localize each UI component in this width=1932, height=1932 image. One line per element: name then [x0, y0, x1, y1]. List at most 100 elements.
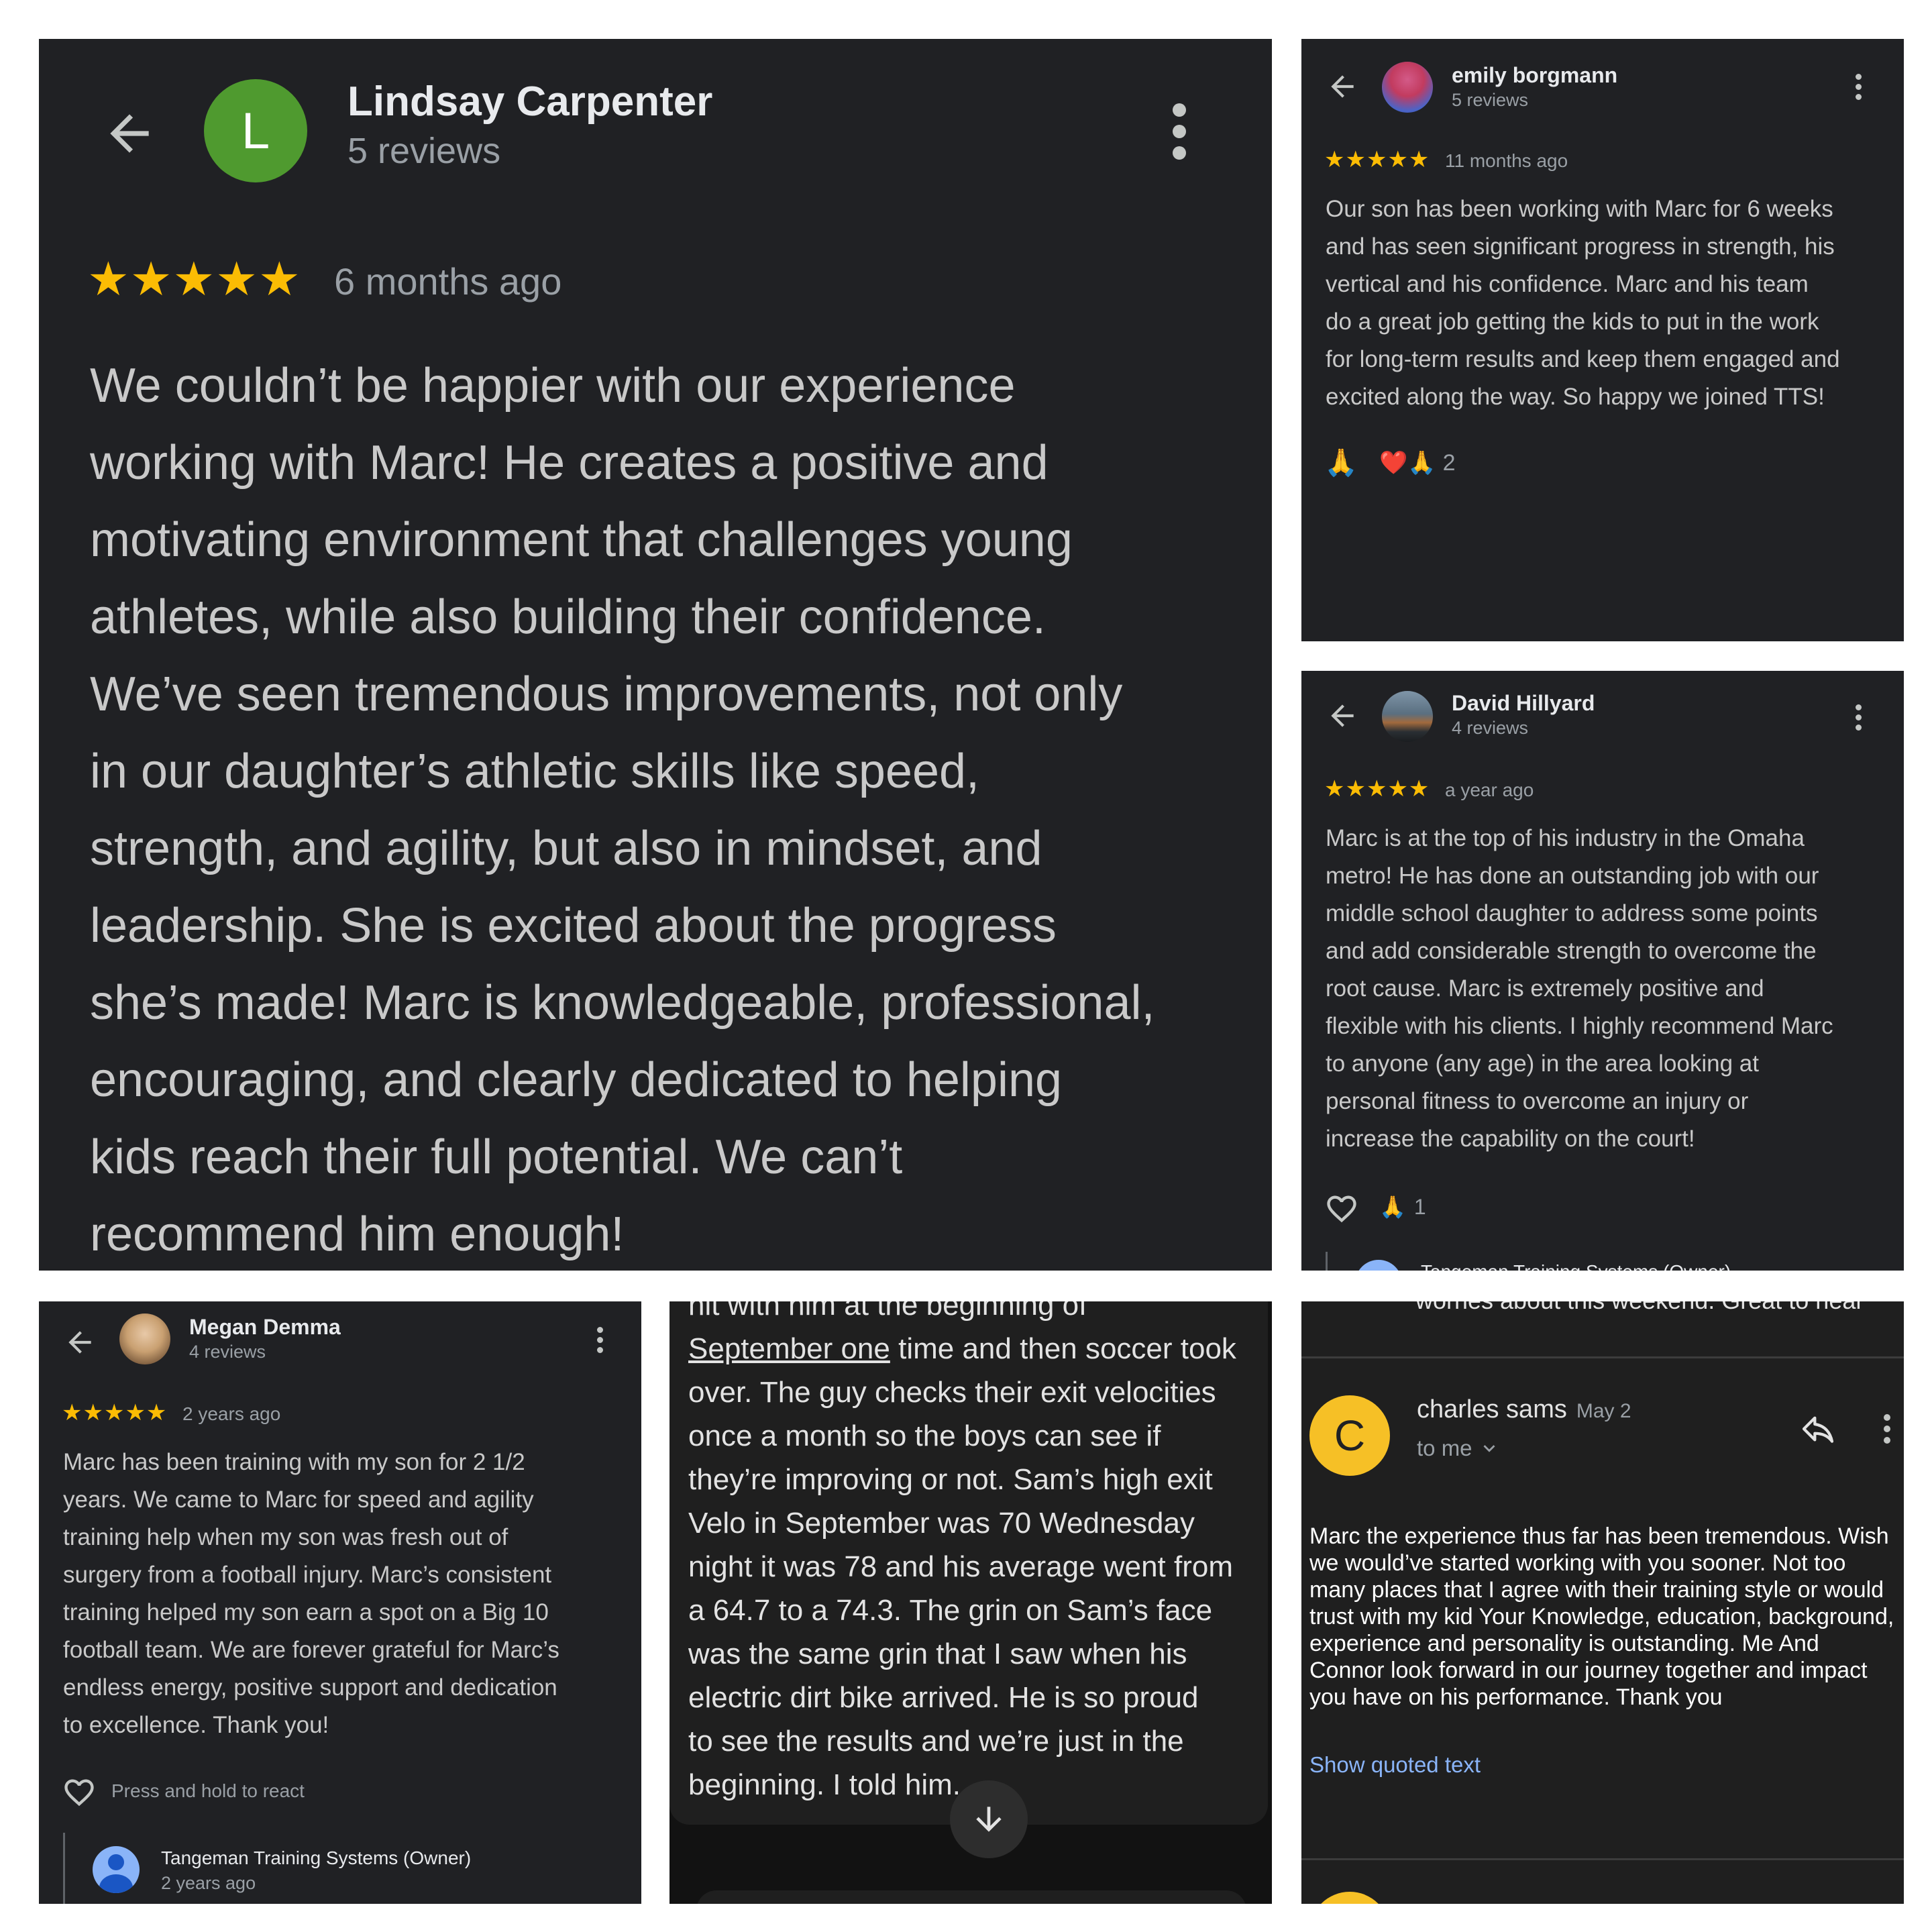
review-line: do a great job getting the kids to put i…: [1326, 309, 1819, 335]
owner-reply-divider: [63, 1833, 65, 1904]
reviewer-name[interactable]: David Hillyard: [1452, 691, 1595, 716]
review-line: vertical and his confidence. Marc and hi…: [1326, 271, 1809, 297]
message-line: over. The guy checks their exit velociti…: [688, 1376, 1216, 1409]
message-line: night it was 78 and his average went fro…: [688, 1550, 1234, 1583]
more-options-icon[interactable]: [1884, 1414, 1890, 1444]
review-line: personal fitness to overcome an injury o…: [1326, 1088, 1749, 1114]
review-line: recommend him enough!: [90, 1208, 625, 1261]
email-line: you have on his performance. Thank you: [1309, 1684, 1723, 1710]
message-line-1: September one time and then soccer took: [688, 1327, 1265, 1371]
review-line: leadership. She is excited about the pro…: [90, 899, 1057, 953]
chevron-down-icon: [1483, 1445, 1495, 1452]
heart-icon[interactable]: [1324, 1191, 1359, 1226]
avatar: L: [204, 79, 307, 182]
review-text: Marc has been training with my son for 2…: [63, 1444, 633, 1744]
reviewer-name[interactable]: emily borgmann: [1452, 63, 1617, 88]
review-line: for long-term results and keep them enga…: [1326, 346, 1840, 372]
react-button[interactable]: 🙏: [1324, 447, 1358, 478]
more-options-icon[interactable]: [597, 1327, 603, 1353]
review-line: surgery from a football injury. Marc’s c…: [63, 1562, 552, 1588]
email-line: trust with my kid Your Knowledge, educat…: [1309, 1604, 1894, 1629]
review-line: training help when my son was fresh out …: [63, 1524, 508, 1550]
avatar-letter: C: [1334, 1411, 1366, 1460]
reviewer-name[interactable]: Megan Demma: [189, 1315, 341, 1340]
review-line: training helped my son earn a spot on a …: [63, 1599, 549, 1625]
review-line: kids reach their full potential. We can’…: [90, 1130, 903, 1184]
review-time: a year ago: [1445, 780, 1534, 800]
star-rating: ★★★★★: [62, 1400, 168, 1426]
message-panel-sam: hit with him at the beginning of Septemb…: [669, 1301, 1272, 1904]
review-panel-david: David Hillyard 4 reviews ★★★★★ a year ag…: [1301, 671, 1904, 1271]
recipient-label: to me: [1417, 1436, 1472, 1460]
review-line: athletes, while also building their conf…: [90, 590, 1046, 644]
next-sender-avatar-partial: [1309, 1892, 1390, 1904]
email-line: experience and personality is outstandin…: [1309, 1631, 1819, 1656]
owner-name: Tangeman Training Systems (Owner): [161, 1847, 472, 1868]
next-bubble-partial: [696, 1890, 1246, 1904]
avatar: [1382, 62, 1433, 113]
message-line: electric dirt bike arrived. He is so pro…: [688, 1681, 1199, 1714]
reaction-summary[interactable]: ❤️🙏 2: [1379, 449, 1456, 476]
review-panel-emily: emily borgmann 5 reviews ★★★★★ 11 months…: [1301, 39, 1904, 641]
react-hint[interactable]: Press and hold to react: [111, 1780, 305, 1802]
message-text: September one time and then soccer took …: [688, 1327, 1265, 1807]
more-options-icon[interactable]: [1856, 74, 1862, 100]
review-line: increase the capability on the court!: [1326, 1126, 1695, 1152]
review-line: she’s made! Marc is knowledgeable, profe…: [90, 976, 1155, 1030]
review-line: years. We came to Marc for speed and agi…: [63, 1487, 534, 1513]
message-line-rest: time and then soccer took: [890, 1332, 1236, 1365]
review-line: working with Marc! He creates a positive…: [90, 436, 1049, 490]
reaction-count: 2: [1442, 449, 1456, 476]
review-line: football team. We are forever grateful f…: [63, 1637, 559, 1663]
reply-icon[interactable]: [1799, 1410, 1837, 1448]
review-line: and has seen significant progress in str…: [1326, 233, 1835, 260]
show-quoted-text-link[interactable]: Show quoted text: [1309, 1752, 1481, 1778]
message-line: was the same grin that I saw when his: [688, 1638, 1187, 1670]
avatar: [119, 1313, 170, 1364]
email-line: Marc the experience thus far has been tr…: [1309, 1523, 1889, 1549]
back-arrow-icon[interactable]: [1326, 699, 1359, 733]
recipient-toggle[interactable]: to me: [1417, 1436, 1501, 1461]
review-line: We’ve seen tremendous improvements, not …: [90, 667, 1123, 721]
review-text: We couldn’t be happier with our experien…: [90, 347, 1271, 1271]
review-text: Marc is at the top of his industry in th…: [1326, 820, 1896, 1158]
more-options-icon[interactable]: [1856, 704, 1862, 731]
heart-pray-emoji-icon: ❤️🙏: [1379, 450, 1436, 476]
back-arrow-icon[interactable]: [1326, 70, 1359, 103]
review-line: root cause. Marc is extremely positive a…: [1326, 975, 1764, 1002]
avatar-letter: L: [241, 102, 270, 160]
avatar: [1382, 691, 1433, 742]
date-link[interactable]: September one: [688, 1332, 890, 1365]
review-time: 2 years ago: [182, 1403, 281, 1424]
owner-reply-time: 2 years ago: [161, 1873, 256, 1893]
back-arrow-icon[interactable]: [63, 1326, 97, 1359]
review-line: to anyone (any age) in the area looking …: [1326, 1051, 1759, 1077]
sender-line: charles sams May 2: [1417, 1395, 1631, 1424]
heart-icon[interactable]: [62, 1775, 97, 1810]
email-line: Connor look forward in our journey toget…: [1309, 1658, 1868, 1683]
owner-avatar: [93, 1846, 140, 1893]
review-time: 11 months ago: [1445, 150, 1568, 171]
reaction-summary[interactable]: 🙏 1: [1379, 1194, 1426, 1220]
scroll-down-button[interactable]: [950, 1780, 1028, 1858]
review-text: Our son has been working with Marc for 6…: [1326, 191, 1896, 416]
sender-name[interactable]: charles sams: [1417, 1395, 1567, 1424]
more-options-icon[interactable]: [1173, 103, 1186, 160]
divider: [1301, 1356, 1904, 1358]
review-line: Marc is at the top of his industry in th…: [1326, 825, 1805, 851]
reaction-count: 1: [1413, 1194, 1426, 1219]
email-partial-top: worries about this weekend. Great to hea…: [1415, 1301, 1864, 1318]
reviewer-name[interactable]: Lindsay Carpenter: [347, 78, 712, 125]
star-rating: ★★★★★: [1324, 776, 1430, 802]
message-line: to see the results and we’re just in the: [688, 1725, 1184, 1758]
review-line: endless energy, positive support and ded…: [63, 1674, 557, 1701]
review-line: encouraging, and clearly dedicated to he…: [90, 1053, 1063, 1107]
message-line: Velo in September was 70 Wednesday: [688, 1507, 1195, 1540]
back-arrow-icon[interactable]: [101, 105, 158, 162]
message-line: a 64.7 to a 74.3. The grin on Sam’s face: [688, 1594, 1213, 1627]
review-line: excited along the way. So happy we joine…: [1326, 384, 1825, 410]
star-rating: ★★★★★: [1324, 147, 1430, 172]
review-count: 5 reviews: [347, 131, 501, 171]
email-date: May 2: [1576, 1400, 1631, 1422]
review-line: Marc has been training with my son for 2…: [63, 1449, 525, 1475]
